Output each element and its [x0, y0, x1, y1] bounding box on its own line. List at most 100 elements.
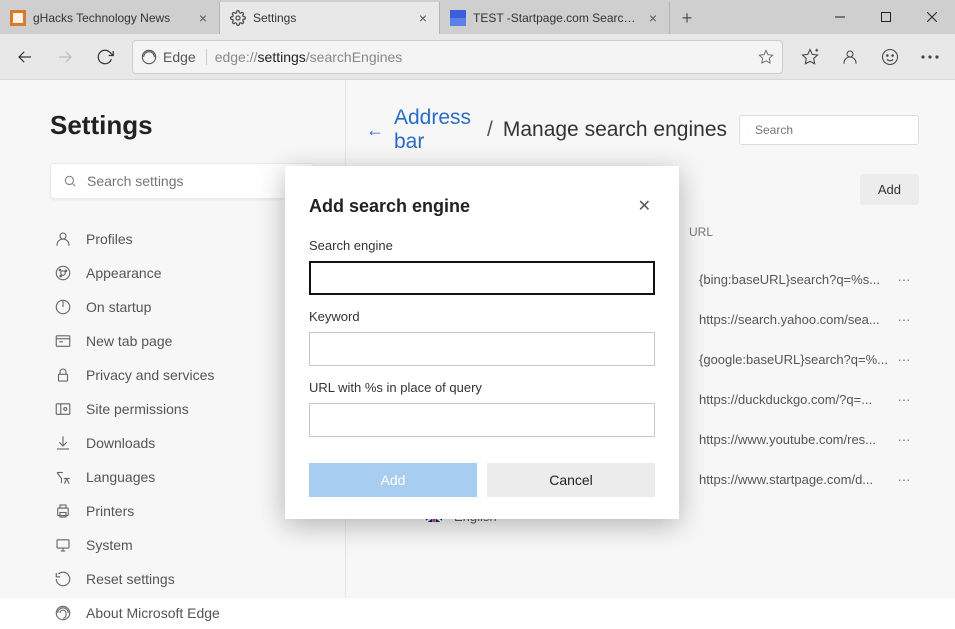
engine-url: https://search.yahoo.com/sea...	[699, 312, 889, 327]
favorites-button[interactable]	[791, 38, 829, 76]
gear-icon	[230, 10, 246, 26]
sidebar-item-reset-settings[interactable]: Reset settings	[50, 563, 315, 595]
newtab-icon	[54, 332, 72, 350]
sidebar-item-label: Printers	[86, 503, 134, 519]
menu-button[interactable]	[911, 38, 949, 76]
profile-button[interactable]	[831, 38, 869, 76]
system-icon	[54, 536, 72, 554]
engine-url: {google:baseURL}search?q=%...	[699, 352, 889, 367]
row-more-button[interactable]: ···	[889, 272, 919, 287]
tab-settings[interactable]: Settings ×	[220, 2, 440, 34]
edge-icon	[54, 604, 72, 622]
lock-icon	[54, 366, 72, 384]
new-tab-button[interactable]: +	[670, 2, 704, 34]
row-more-button[interactable]: ···	[889, 392, 919, 407]
breadcrumb-link[interactable]: Address bar	[394, 106, 477, 154]
refresh-button[interactable]	[86, 38, 124, 76]
breadcrumb-current: Manage search engines	[503, 118, 727, 142]
sidebar-item-languages[interactable]: Languages	[50, 461, 315, 493]
row-more-button[interactable]: ···	[889, 312, 919, 327]
tab-title: TEST -Startpage.com Search resu	[473, 11, 640, 25]
sidebar-item-profiles[interactable]: Profiles	[50, 223, 315, 255]
sidebar-item-label: Appearance	[86, 265, 162, 281]
search-icon	[748, 124, 749, 136]
favorite-icon[interactable]	[758, 49, 774, 65]
power-icon	[54, 298, 72, 316]
engine-url: {bing:baseURL}search?q=%s...	[699, 272, 889, 287]
sidebar-item-site-permissions[interactable]: Site permissions	[50, 393, 315, 425]
page-search[interactable]	[739, 115, 919, 145]
sidebar-item-label: System	[86, 537, 133, 553]
tab-title: Settings	[253, 11, 410, 25]
search-icon	[63, 174, 77, 188]
back-button[interactable]	[6, 38, 44, 76]
field-label-url: URL with %s in place of query	[309, 380, 655, 395]
permissions-icon	[54, 400, 72, 418]
dialog-close-icon[interactable]: ✕	[634, 194, 655, 218]
dialog-add-button[interactable]: Add	[309, 463, 477, 497]
sidebar-item-about-microsoft-edge[interactable]: About Microsoft Edge	[50, 597, 315, 629]
url-text: edge://settings/searchEngines	[215, 49, 750, 65]
page-search-input[interactable]	[755, 123, 910, 137]
sidebar-item-label: Languages	[86, 469, 155, 485]
close-icon[interactable]: ×	[197, 10, 209, 26]
sidebar-item-label: About Microsoft Edge	[86, 605, 220, 621]
tab-title: gHacks Technology News	[33, 11, 190, 25]
tab-ghacks[interactable]: gHacks Technology News ×	[0, 2, 220, 34]
identity-chip: Edge	[141, 49, 207, 65]
sidebar-item-downloads[interactable]: Downloads	[50, 427, 315, 459]
minimize-button[interactable]	[817, 0, 863, 34]
ghacks-icon	[10, 10, 26, 26]
add-engine-button[interactable]: Add	[860, 174, 919, 205]
sidebar-item-new-tab-page[interactable]: New tab page	[50, 325, 315, 357]
reset-icon	[54, 570, 72, 588]
url-template-input[interactable]	[309, 403, 655, 437]
field-label-keyword: Keyword	[309, 309, 655, 324]
maximize-button[interactable]	[863, 0, 909, 34]
tab-startpage[interactable]: TEST -Startpage.com Search resu ×	[440, 2, 670, 34]
engine-url: https://duckduckgo.com/?q=...	[699, 392, 889, 407]
engine-url: https://www.startpage.com/d...	[699, 472, 889, 487]
keyword-input[interactable]	[309, 332, 655, 366]
close-icon[interactable]: ×	[647, 10, 659, 26]
printer-icon	[54, 502, 72, 520]
edge-icon	[141, 49, 157, 65]
settings-search[interactable]	[50, 163, 315, 199]
forward-button[interactable]	[46, 38, 84, 76]
settings-search-input[interactable]	[87, 173, 302, 189]
close-window-button[interactable]	[909, 0, 955, 34]
feedback-button[interactable]	[871, 38, 909, 76]
dialog-cancel-button[interactable]: Cancel	[487, 463, 655, 497]
row-more-button[interactable]: ···	[889, 432, 919, 447]
search-engine-name-input[interactable]	[309, 261, 655, 295]
sidebar-item-label: Privacy and services	[86, 367, 214, 383]
add-search-engine-dialog: Add search engine ✕ Search engine Keywor…	[285, 166, 679, 519]
sidebar-item-label: New tab page	[86, 333, 172, 349]
sidebar-item-label: Profiles	[86, 231, 133, 247]
dialog-title: Add search engine	[309, 196, 470, 217]
field-label-name: Search engine	[309, 238, 655, 253]
settings-title: Settings	[50, 110, 315, 141]
sidebar-item-label: Reset settings	[86, 571, 175, 587]
breadcrumb-back-icon[interactable]: ←	[366, 120, 384, 141]
engine-url: https://www.youtube.com/res...	[699, 432, 889, 447]
address-bar[interactable]: Edge edge://settings/searchEngines	[132, 40, 783, 74]
appearance-icon	[54, 264, 72, 282]
sidebar-item-label: On startup	[86, 299, 151, 315]
language-icon	[54, 468, 72, 486]
sidebar-item-label: Site permissions	[86, 401, 189, 417]
sidebar-item-on-startup[interactable]: On startup	[50, 291, 315, 323]
sidebar-item-printers[interactable]: Printers	[50, 495, 315, 527]
row-more-button[interactable]: ···	[889, 352, 919, 367]
identity-label: Edge	[163, 49, 196, 65]
row-more-button[interactable]: ···	[889, 472, 919, 487]
column-url-header: URL	[689, 225, 919, 239]
sidebar-item-appearance[interactable]: Appearance	[50, 257, 315, 289]
sidebar-item-privacy-and-services[interactable]: Privacy and services	[50, 359, 315, 391]
sidebar-item-system[interactable]: System	[50, 529, 315, 561]
breadcrumb: ← Address bar / Manage search engines	[366, 106, 727, 154]
close-icon[interactable]: ×	[417, 10, 429, 26]
download-icon	[54, 434, 72, 452]
startpage-icon	[450, 10, 466, 26]
sidebar-item-label: Downloads	[86, 435, 155, 451]
